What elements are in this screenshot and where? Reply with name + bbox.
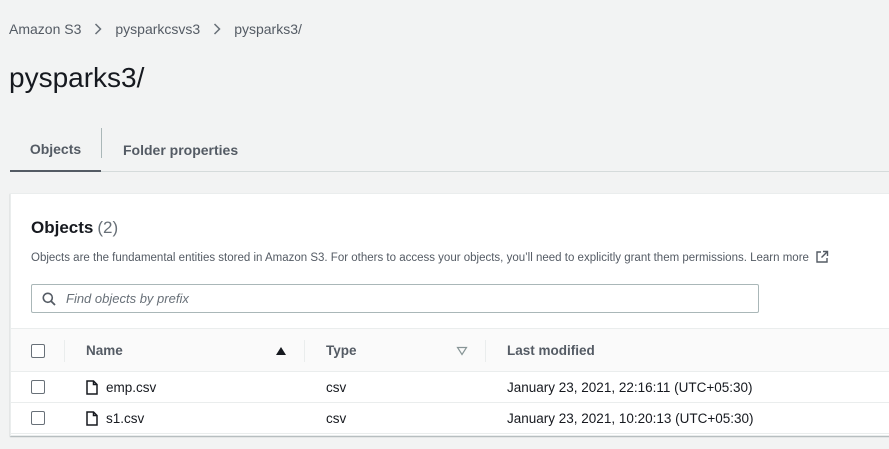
objects-panel: Objects (2) Objects are the fundamental e… [10,193,889,436]
select-all-checkbox[interactable] [31,343,45,358]
table-row[interactable]: emp.csv csv January 23, 2021, 22:16:11 (… [11,372,889,403]
select-all-cell [31,329,45,372]
file-icon [86,410,98,426]
row-select-cell [31,372,45,402]
tab-list: Objects Folder properties [10,128,889,172]
object-name-link[interactable]: s1.csv [106,411,144,426]
find-objects-search[interactable] [31,284,759,313]
search-icon [42,292,56,306]
file-icon [86,379,98,395]
row-select-cell [31,403,45,433]
column-type-label: Type [326,343,357,358]
objects-panel-header: Objects (2) [31,218,118,238]
tab-folder-properties-label: Folder properties [123,142,239,158]
column-name-label: Name [86,343,123,358]
column-header-type[interactable]: Type [326,329,357,372]
tab-objects[interactable]: Objects [10,128,101,172]
objects-panel-title: Objects [31,218,94,237]
object-type-cell: csv [326,410,347,426]
objects-panel-description: Objects are the fundamental entities sto… [31,250,829,267]
breadcrumb-amazon-s3[interactable]: Amazon S3 [9,21,81,37]
external-link-icon[interactable] [815,250,829,267]
chevron-right-icon [81,23,115,35]
table-row[interactable]: s1.csv csv January 23, 2021, 10:20:13 (U… [11,403,889,434]
object-type-cell: csv [326,379,347,395]
breadcrumb: Amazon S3 pysparkcsvs3 pysparks3/ [9,19,302,39]
search-input[interactable] [64,290,704,307]
chevron-right-icon [200,23,234,35]
column-header-last-modified[interactable]: Last modified [507,329,595,372]
table-header: Name Type Last modified [11,328,889,372]
objects-count: (2) [97,218,119,237]
sort-ascending-cell [275,329,287,372]
column-divider [485,340,486,362]
object-last-modified-cell: January 23, 2021, 10:20:13 (UTC+05:30) [507,410,754,426]
breadcrumb-bucket[interactable]: pysparkcsvs3 [115,21,200,37]
page-title: pysparks3/ [9,62,145,93]
object-last-modified-cell: January 23, 2021, 22:16:11 (UTC+05:30) [507,379,753,395]
learn-more-link[interactable]: Learn more [750,252,809,264]
sort-descending-cell [456,329,468,372]
row-checkbox[interactable] [31,380,45,394]
row-checkbox[interactable] [31,411,45,425]
column-divider [304,340,305,362]
object-name-cell: s1.csv [86,403,144,433]
object-name-link[interactable]: emp.csv [106,380,156,395]
tab-objects-label: Objects [29,141,82,157]
object-name-cell: emp.csv [86,372,156,402]
sort-descending-icon[interactable] [456,346,468,356]
column-divider [64,340,65,362]
column-last-modified-label: Last modified [507,343,595,358]
breadcrumb-current-folder: pysparks3/ [234,21,302,37]
sort-ascending-icon[interactable] [275,346,287,356]
tab-folder-properties[interactable]: Folder properties [102,128,238,172]
objects-description-text: Objects are the fundamental entities sto… [31,252,747,264]
column-header-name[interactable]: Name [86,329,123,372]
objects-table: Name Type Last modified emp.csv csv Janu… [11,328,889,434]
